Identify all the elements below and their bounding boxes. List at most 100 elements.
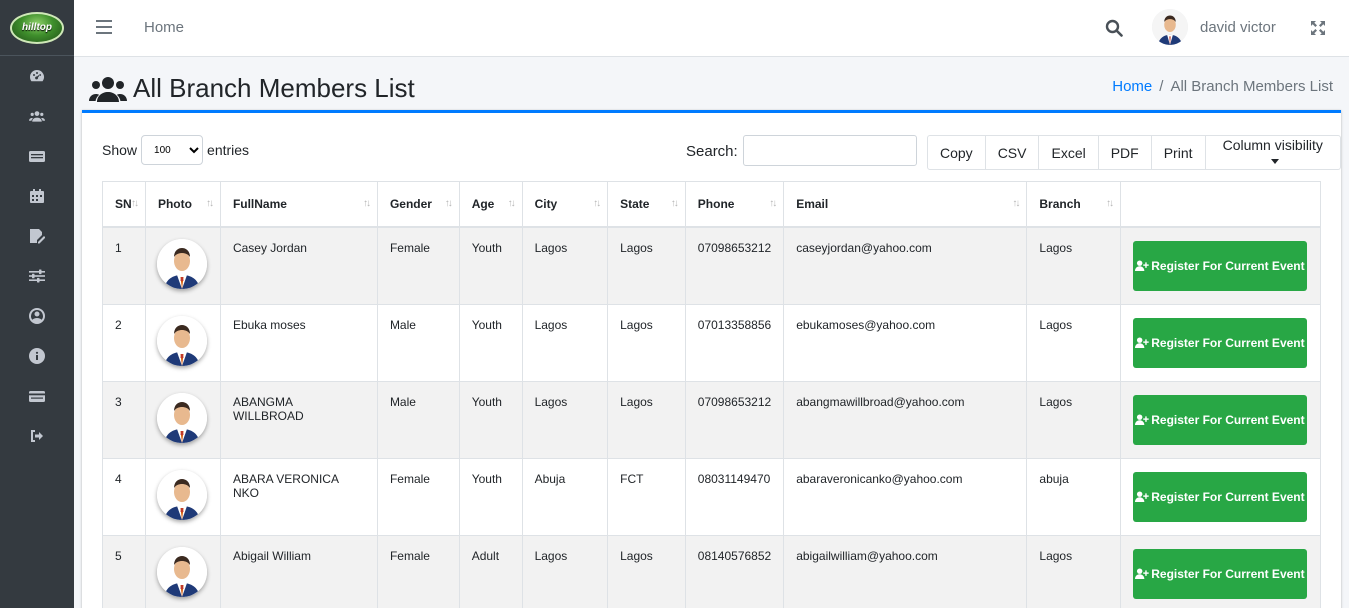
cell-branch: Lagos xyxy=(1026,226,1121,305)
entries-select[interactable]: 100 xyxy=(141,135,204,165)
user-name[interactable]: david victor xyxy=(1200,19,1276,36)
breadcrumb-home[interactable]: Home xyxy=(1112,78,1152,95)
column-visibility-button[interactable]: Column visibility xyxy=(1204,135,1341,170)
cell-photo xyxy=(144,458,221,536)
sidebar-item-dashboard[interactable] xyxy=(0,56,74,96)
cell-sn: 2 xyxy=(102,304,146,382)
cell-phone: 07098653212 xyxy=(684,226,785,305)
sidebar-item-list[interactable] xyxy=(0,136,74,176)
page-title: All Branch Members List xyxy=(133,73,415,103)
card-icon xyxy=(29,391,45,402)
breadcrumb-separator: / xyxy=(1159,78,1164,95)
cell-action: Register For Current Event xyxy=(1119,535,1322,608)
register-event-button[interactable]: Register For Current Event xyxy=(1132,549,1307,599)
entries-length: Show 100 entries xyxy=(102,135,249,165)
table-row: 1 Casey Jordan Female Youth Lagos Lagos … xyxy=(102,226,1322,305)
search-label: Search: xyxy=(686,143,738,160)
register-event-button[interactable]: Register For Current Event xyxy=(1132,318,1307,368)
list-icon xyxy=(29,151,45,162)
cell-gender: Female xyxy=(376,458,460,536)
cell-gender: Male xyxy=(376,304,460,382)
cell-sn: 5 xyxy=(102,535,146,608)
col-phone[interactable]: Phone ↑↓ xyxy=(684,181,785,228)
user-plus-icon xyxy=(1135,491,1149,502)
member-photo xyxy=(156,239,207,289)
sort-icon: ↑↓ xyxy=(1105,198,1114,209)
cell-email: ebukamoses@yahoo.com xyxy=(783,304,1028,382)
cell-sn: 4 xyxy=(102,458,146,536)
col-sn[interactable]: SN ↑↓ xyxy=(102,181,146,228)
search-input[interactable] xyxy=(743,135,917,166)
cell-city: Lagos xyxy=(521,304,609,382)
member-photo xyxy=(156,393,207,443)
register-label: Register For Current Event xyxy=(1151,259,1305,273)
info-icon xyxy=(29,348,45,364)
col-gender[interactable]: Gender ↑↓ xyxy=(376,181,460,228)
col-email[interactable]: Email ↑↓ xyxy=(783,181,1028,228)
user-avatar[interactable] xyxy=(1152,9,1188,45)
logo-text: hilltop xyxy=(22,22,52,33)
users-icon xyxy=(29,111,45,122)
sidebar-item-profile[interactable] xyxy=(0,296,74,336)
sidebar: hilltop xyxy=(0,0,74,608)
sidebar-item-settings[interactable] xyxy=(0,256,74,296)
sidebar-item-register[interactable] xyxy=(0,216,74,256)
col-fullname[interactable]: FullName ↑↓ xyxy=(219,181,378,228)
cell-gender: Male xyxy=(376,381,460,459)
cell-email: abaraveronicanko@yahoo.com xyxy=(783,458,1028,536)
cell-city: Lagos xyxy=(521,381,609,459)
sort-icon: ↑↓ xyxy=(1012,198,1020,209)
avatar-image xyxy=(1152,9,1188,45)
col-photo[interactable]: Photo ↑↓ xyxy=(144,181,221,228)
pdf-button[interactable]: PDF xyxy=(1097,135,1152,170)
cell-age: Youth xyxy=(458,458,523,536)
cell-city: Lagos xyxy=(521,535,609,608)
cell-photo xyxy=(144,304,221,382)
logo-wrap[interactable]: hilltop xyxy=(0,0,74,56)
sort-icon: ↑↓ xyxy=(205,198,214,209)
col-branch[interactable]: Branch ↑↓ xyxy=(1026,181,1121,228)
excel-button[interactable]: Excel xyxy=(1038,135,1099,170)
table-row: 4 ABARA VERONICA NKO Female Youth Abuja … xyxy=(102,458,1322,536)
cell-age: Youth xyxy=(458,304,523,382)
sidebar-item-cards[interactable] xyxy=(0,376,74,416)
fullscreen-icon[interactable] xyxy=(1310,20,1326,36)
copy-button[interactable]: Copy xyxy=(927,135,986,170)
cell-gender: Female xyxy=(376,535,460,608)
search-icon[interactable] xyxy=(1105,19,1123,37)
sidebar-nav xyxy=(0,56,74,456)
register-label: Register For Current Event xyxy=(1151,413,1305,427)
cell-action: Register For Current Event xyxy=(1119,304,1322,382)
cell-fullname: Casey Jordan xyxy=(219,226,378,305)
table-row: 3 ABANGMA WILLBROAD Male Youth Lagos Lag… xyxy=(102,381,1322,459)
col-city[interactable]: City ↑↓ xyxy=(521,181,609,228)
cell-city: Lagos xyxy=(521,226,609,305)
sidebar-item-info[interactable] xyxy=(0,336,74,376)
menu-toggle-icon[interactable] xyxy=(96,20,112,36)
member-photo xyxy=(156,316,207,366)
print-button[interactable]: Print xyxy=(1150,135,1206,170)
cell-age: Youth xyxy=(458,226,523,305)
col-age[interactable]: Age ↑↓ xyxy=(458,181,523,228)
csv-button[interactable]: CSV xyxy=(984,135,1040,170)
sidebar-item-logout[interactable] xyxy=(0,416,74,456)
sort-icon: ↑↓ xyxy=(769,198,777,209)
col-state[interactable]: State ↑↓ xyxy=(607,181,686,228)
cell-fullname: ABARA VERONICA NKO xyxy=(219,458,378,536)
topbar-home-link[interactable]: Home xyxy=(144,19,184,36)
register-label: Register For Current Event xyxy=(1151,336,1305,350)
brand-logo[interactable]: hilltop xyxy=(10,11,64,44)
col-action xyxy=(1119,181,1322,228)
breadcrumb: Home / All Branch Members List xyxy=(1112,78,1333,95)
register-event-button[interactable]: Register For Current Event xyxy=(1132,472,1307,522)
sort-icon: ↑↓ xyxy=(507,198,516,209)
cell-phone: 07013358856 xyxy=(684,304,785,382)
user-circle-icon xyxy=(29,308,45,324)
cell-branch: abuja xyxy=(1026,458,1121,536)
sidebar-item-events[interactable] xyxy=(0,176,74,216)
table-row: 5 Abigail William Female Adult Lagos Lag… xyxy=(102,535,1322,608)
sidebar-item-members[interactable] xyxy=(0,96,74,136)
register-event-button[interactable]: Register For Current Event xyxy=(1132,241,1307,291)
register-event-button[interactable]: Register For Current Event xyxy=(1132,395,1307,445)
calendar-icon xyxy=(30,189,44,203)
